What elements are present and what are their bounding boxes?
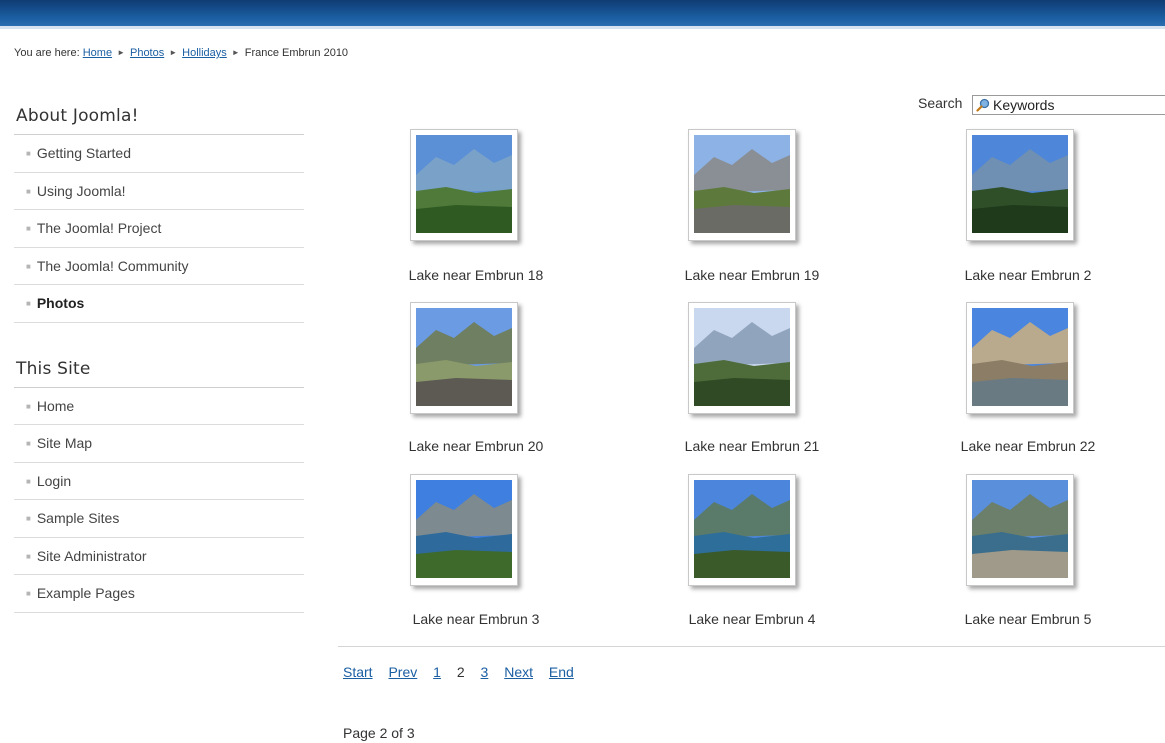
menu-item-label: Using Joomla! <box>36 182 126 199</box>
photo-caption[interactable]: Lake near Embrun 3 <box>338 611 614 627</box>
menu-item-label: Site Administrator <box>36 547 147 564</box>
photo-caption[interactable]: Lake near Embrun 22 <box>890 438 1165 454</box>
photo-thumbnail[interactable] <box>410 474 518 586</box>
photo-caption[interactable]: Lake near Embrun 5 <box>890 611 1165 627</box>
breadcrumb-arrow-icon: ► <box>117 48 125 57</box>
breadcrumb: You are here: Home ► Photos ► Hollidays ► Fran… <box>14 47 348 59</box>
gallery-item[interactable]: Lake near Embrun 18 <box>338 125 614 295</box>
gallery-item[interactable]: Lake near Embrun 4 <box>614 470 890 640</box>
search-icon <box>976 98 990 112</box>
bullet-icon: ■ <box>26 514 31 523</box>
gallery-item[interactable]: Lake near Embrun 2 <box>890 125 1165 295</box>
pagination-start-link[interactable]: Start <box>343 664 373 680</box>
bullet-icon: ■ <box>26 589 31 598</box>
breadcrumb-prefix: You are here: <box>14 47 80 59</box>
menu-item-site-map[interactable]: ■ Site Map <box>14 425 304 463</box>
search-placeholder: Keywords <box>993 97 1055 113</box>
landscape-photo <box>416 480 512 578</box>
photo-caption[interactable]: Lake near Embrun 21 <box>614 438 890 454</box>
menu-item-label: Site Map <box>36 435 93 451</box>
bullet-icon: ■ <box>26 439 31 448</box>
photo-caption[interactable]: Lake near Embrun 4 <box>614 611 890 627</box>
landscape-photo <box>694 135 790 233</box>
pagination-current-page: 2 <box>456 664 465 680</box>
menu-item-label: Photos <box>36 295 85 311</box>
landscape-photo <box>694 480 790 578</box>
breadcrumb-link-home[interactable]: Home <box>83 47 112 59</box>
site-header-bar <box>0 0 1165 29</box>
page-counter: Page 2 of 3 <box>343 725 415 741</box>
menu-item-photos[interactable]: ■ Photos <box>14 285 304 323</box>
landscape-photo <box>972 135 1068 233</box>
search-module: Search Keywords <box>918 95 1165 115</box>
menu-item-label: The Joomla! Project <box>36 220 162 236</box>
gallery-item[interactable]: Lake near Embrun 3 <box>338 470 614 640</box>
menu-title-about: About Joomla! <box>14 100 304 135</box>
bullet-icon: ■ <box>26 476 31 486</box>
photo-caption[interactable]: Lake near Embrun 2 <box>890 267 1165 283</box>
photo-thumbnail[interactable] <box>688 302 796 414</box>
landscape-photo <box>972 308 1068 406</box>
pagination-page-3-link[interactable]: 3 <box>481 664 489 680</box>
menu-item-joomla-community[interactable]: ■ The Joomla! Community <box>14 248 304 285</box>
menu-about-list: ■ Getting Started ■ Using Joomla! ■ The Joo… <box>14 135 304 323</box>
bullet-icon: ■ <box>26 551 31 561</box>
menu-item-label: The Joomla! Community <box>36 257 189 274</box>
menu-item-example-pages[interactable]: ■ Example Pages <box>14 575 304 613</box>
breadcrumb-link-hollidays[interactable]: Hollidays <box>182 47 227 59</box>
search-label: Search <box>918 95 963 111</box>
search-input[interactable]: Keywords <box>972 95 1165 115</box>
breadcrumb-arrow-icon: ► <box>169 48 178 57</box>
gallery-item[interactable]: Lake near Embrun 22 <box>890 298 1165 468</box>
bullet-icon: ■ <box>26 224 31 233</box>
breadcrumb-link-photos[interactable]: Photos <box>130 47 164 59</box>
menu-title-this-site: This Site <box>14 353 304 388</box>
gallery-item[interactable]: Lake near Embrun 19 <box>614 125 890 295</box>
menu-item-label: Home <box>36 397 75 414</box>
bullet-icon: ■ <box>26 401 31 411</box>
photo-caption[interactable]: Lake near Embrun 19 <box>614 267 890 283</box>
pagination-next-link[interactable]: Next <box>504 664 533 680</box>
menu-item-site-administrator[interactable]: ■ Site Administrator <box>14 538 304 575</box>
photo-thumbnail[interactable] <box>410 302 518 414</box>
pagination-prev-link[interactable]: Prev <box>388 664 417 680</box>
photo-thumbnail[interactable] <box>688 129 796 241</box>
photo-thumbnail[interactable] <box>688 474 796 586</box>
photo-thumbnail[interactable] <box>410 129 518 241</box>
landscape-photo <box>694 308 790 406</box>
menu-item-label: Getting Started <box>36 145 132 161</box>
bullet-icon: ■ <box>26 261 31 271</box>
menu-site-list: ■ Home ■ Site Map ■ Login ■ Sample Sites ■ Si… <box>14 388 304 613</box>
photo-thumbnail[interactable] <box>966 129 1074 241</box>
photo-caption[interactable]: Lake near Embrun 18 <box>338 267 614 283</box>
gallery-item[interactable]: Lake near Embrun 5 <box>890 470 1165 640</box>
menu-item-label: Login <box>36 472 72 489</box>
photo-caption[interactable]: Lake near Embrun 20 <box>338 438 614 454</box>
breadcrumb-current: France Embrun 2010 <box>244 47 349 59</box>
landscape-photo <box>416 308 512 406</box>
menu-item-joomla-project[interactable]: ■ The Joomla! Project <box>14 210 304 248</box>
pagination-end-link[interactable]: End <box>549 664 574 680</box>
bullet-icon: ■ <box>26 186 31 196</box>
menu-item-getting-started[interactable]: ■ Getting Started <box>14 135 304 173</box>
photo-thumbnail[interactable] <box>966 474 1074 586</box>
sidebar: About Joomla! ■ Getting Started ■ Using Jo… <box>14 100 304 613</box>
pagination: Start Prev 1 2 3 Next End <box>343 664 586 680</box>
photo-thumbnail[interactable] <box>966 302 1074 414</box>
gallery-item[interactable]: Lake near Embrun 20 <box>338 298 614 468</box>
landscape-photo <box>972 480 1068 578</box>
menu-item-label: Example Pages <box>36 585 135 601</box>
menu-item-sample-sites[interactable]: ■ Sample Sites <box>14 500 304 538</box>
landscape-photo <box>416 135 512 233</box>
menu-item-using-joomla[interactable]: ■ Using Joomla! <box>14 173 304 210</box>
menu-item-login[interactable]: ■ Login <box>14 463 304 500</box>
breadcrumb-arrow-icon: ► <box>231 48 240 57</box>
pagination-page-1-link[interactable]: 1 <box>433 664 441 680</box>
gallery-item[interactable]: Lake near Embrun 21 <box>614 298 890 468</box>
bullet-icon: ■ <box>26 149 31 158</box>
menu-item-label: Sample Sites <box>36 510 120 526</box>
divider <box>338 646 1165 647</box>
bullet-icon: ■ <box>26 299 31 308</box>
menu-item-home[interactable]: ■ Home <box>14 388 304 425</box>
